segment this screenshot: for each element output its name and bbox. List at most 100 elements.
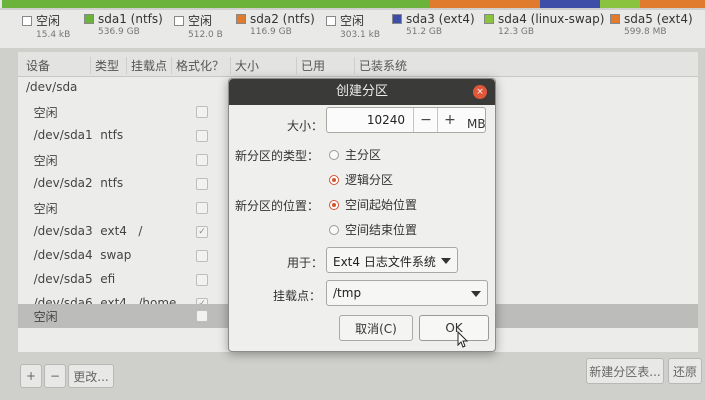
legend-name: sda4 (linux-swap): [498, 12, 605, 26]
col-format[interactable]: 格式化？: [171, 57, 224, 74]
partition-bar: [0, 0, 705, 8]
mount-label: 挂载点：: [273, 289, 322, 303]
radio-start-label: 空间起始位置: [345, 198, 418, 212]
partition-legend: 空闲 15.4 kB sda1 (ntfs) 536.9 GB 空闲 512.0…: [0, 10, 705, 48]
revert-button[interactable]: 还原: [668, 358, 702, 384]
close-icon[interactable]: ×: [473, 85, 487, 99]
row-device: 空闲: [26, 202, 58, 216]
dialog-title: 创建分区: [335, 84, 388, 99]
use-label: 用于：: [287, 256, 324, 270]
ok-button[interactable]: OK: [419, 315, 489, 341]
radio-primary[interactable]: 主分区: [329, 146, 381, 163]
bar-seg-sda5: [640, 0, 705, 8]
radio-logical[interactable]: 逻辑分区: [329, 171, 393, 188]
legend-size: 12.3 GB: [498, 27, 535, 37]
bar-seg-sda1: [2, 0, 430, 8]
legend-name: sda1 (ntfs): [98, 12, 163, 26]
row-device: 空闲: [26, 310, 58, 324]
format-checkbox[interactable]: [196, 202, 208, 214]
new-partition-table-button[interactable]: 新建分区表...: [586, 358, 664, 384]
format-checkbox[interactable]: [196, 106, 208, 118]
legend-size: 303.1 kB: [340, 30, 381, 40]
dialog-titlebar: 创建分区 ×: [229, 79, 495, 105]
legend-size: 512.0 B: [188, 30, 223, 40]
radio-dot-selected: [329, 174, 339, 185]
bar-seg-sda4: [600, 0, 640, 8]
radio-dot-selected: [329, 199, 339, 210]
legend-name: sda5 (ext4): [624, 12, 693, 26]
radio-end-label: 空间结束位置: [345, 223, 418, 237]
size-increase-button[interactable]: +: [437, 108, 462, 132]
legend-name: 空闲: [188, 14, 213, 28]
row-device: /dev/sda1 ntfs: [26, 128, 124, 142]
radio-dot: [329, 149, 339, 160]
legend-swatch: [84, 14, 94, 24]
legend-item: sda3 (ext4) 51.2 GB: [392, 12, 475, 37]
radio-dot: [329, 224, 339, 235]
filesystem-select[interactable]: Ext4 日志文件系统: [326, 247, 458, 273]
legend-swatch: [174, 15, 184, 26]
legend-size: 51.2 GB: [406, 27, 443, 37]
col-type[interactable]: 类型: [90, 57, 119, 74]
col-used[interactable]: 已用: [296, 57, 325, 74]
row-device: 空闲: [26, 154, 58, 168]
radio-logical-label: 逻辑分区: [345, 173, 394, 187]
row-device: 空闲: [26, 106, 58, 120]
create-partition-dialog: 创建分区 × 大小： 10240 − + MB 新分区的类型： 主分区 逻辑分区…: [228, 78, 496, 352]
chevron-down-icon: [441, 258, 451, 264]
radio-end[interactable]: 空间结束位置: [329, 221, 417, 238]
legend-size: 15.4 kB: [36, 30, 71, 40]
col-size[interactable]: 大小: [230, 57, 259, 74]
format-checkbox-checked[interactable]: ✓: [196, 226, 208, 238]
radio-start[interactable]: 空间起始位置: [329, 196, 417, 213]
legend-name: sda3 (ext4): [406, 12, 475, 26]
legend-item: sda5 (ext4) 599.8 MB: [610, 12, 693, 37]
change-partition-button[interactable]: 更改...: [68, 364, 114, 388]
legend-swatch: [236, 14, 246, 24]
bar-seg-sda2: [430, 0, 540, 8]
mount-point-input[interactable]: /tmp: [333, 286, 361, 300]
legend-name: 空闲: [36, 14, 61, 28]
legend-item: 空闲 512.0 B: [174, 12, 223, 40]
add-partition-button[interactable]: +: [20, 364, 42, 388]
format-checkbox[interactable]: [196, 250, 208, 262]
cancel-button[interactable]: 取消(C): [339, 315, 413, 341]
legend-name: sda2 (ntfs): [250, 12, 315, 26]
row-device: /dev/sda4 swap: [26, 248, 132, 262]
legend-swatch: [610, 14, 620, 24]
size-input[interactable]: 10240: [361, 113, 405, 127]
legend-size: 536.9 GB: [98, 27, 140, 37]
format-checkbox[interactable]: [196, 130, 208, 142]
format-checkbox[interactable]: [196, 310, 208, 322]
legend-swatch: [484, 14, 494, 24]
bar-seg-sda3: [540, 0, 600, 8]
col-system[interactable]: 已装系统: [354, 57, 407, 74]
size-spinbox[interactable]: 10240 − +: [326, 107, 486, 133]
table-header: 设备 类型 挂载点 格式化？ 大小 已用 已装系统: [18, 52, 698, 77]
legend-size: 116.9 GB: [250, 27, 292, 37]
size-decrease-button[interactable]: −: [413, 108, 438, 132]
remove-partition-button[interactable]: −: [44, 364, 66, 388]
legend-item: sda2 (ntfs) 116.9 GB: [236, 12, 315, 37]
legend-swatch: [326, 15, 336, 26]
mouse-cursor-icon: [457, 331, 469, 348]
row-device: /dev/sda2 ntfs: [26, 176, 124, 190]
format-checkbox[interactable]: [196, 154, 208, 166]
legend-item: 空闲 15.4 kB: [22, 12, 70, 40]
format-checkbox[interactable]: [196, 274, 208, 286]
type-label: 新分区的类型：: [235, 149, 320, 163]
legend-swatch: [392, 14, 402, 24]
row-device: /dev/sda5 efi: [26, 272, 116, 286]
mount-point-combo[interactable]: /tmp: [326, 280, 488, 306]
col-device[interactable]: 设备: [26, 57, 50, 74]
row-device: /dev/sda: [26, 80, 78, 94]
legend-item: sda4 (linux-swap) 12.3 GB: [484, 12, 604, 37]
legend-item: sda1 (ntfs) 536.9 GB: [84, 12, 163, 37]
row-device: /dev/sda3 ext4 /: [26, 224, 143, 238]
chevron-down-icon[interactable]: [471, 291, 481, 297]
col-mount[interactable]: 挂载点: [126, 57, 167, 74]
size-unit: MB: [467, 117, 486, 131]
legend-item: 空闲 303.1 kB: [326, 12, 380, 40]
legend-swatch: [22, 15, 32, 26]
format-checkbox[interactable]: [196, 178, 208, 190]
